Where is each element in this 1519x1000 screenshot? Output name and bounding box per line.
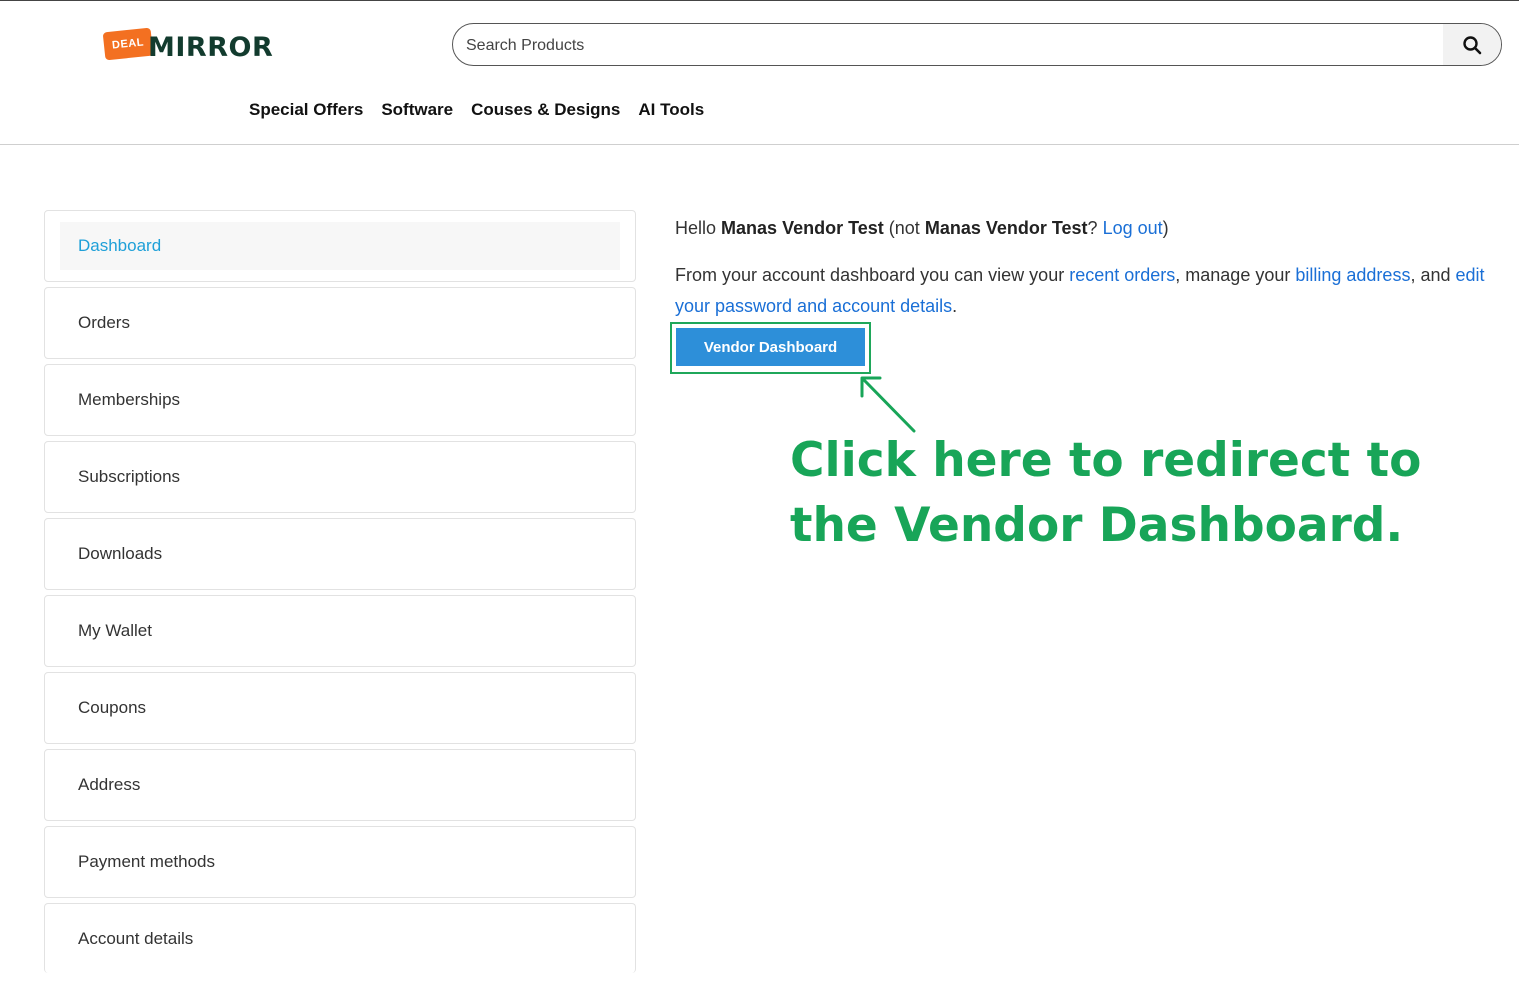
top-border [0, 0, 1519, 1]
account-sidebar: Dashboard Orders Memberships Subscriptio… [44, 210, 636, 978]
sidebar-item-label: Dashboard [78, 236, 162, 255]
sidebar-item-label: Address [78, 775, 141, 794]
username: Manas Vendor Test [721, 218, 884, 238]
search-bar [452, 23, 1502, 66]
hello-text: Hello [675, 218, 717, 238]
logo-tag: DEAL [102, 27, 154, 61]
sidebar-item-account-details[interactable]: Account details [44, 903, 636, 973]
intro-text-4: . [952, 296, 958, 316]
sidebar-item-label: My Wallet [78, 621, 152, 640]
intro-text-3: , and [1410, 265, 1451, 285]
sidebar-item-dashboard[interactable]: Dashboard [44, 210, 636, 282]
not-prefix: (not [888, 218, 920, 238]
sidebar-item-label: Coupons [78, 698, 147, 717]
sidebar-item-orders[interactable]: Orders [44, 287, 636, 359]
main-nav: Special Offers Software Couses & Designs… [249, 100, 704, 120]
intro-text-1: From your account dashboard you can view… [675, 265, 1065, 285]
nav-courses-designs[interactable]: Couses & Designs [471, 100, 620, 120]
sidebar-item-downloads[interactable]: Downloads [44, 518, 636, 590]
search-icon [1463, 35, 1482, 54]
sidebar-item-memberships[interactable]: Memberships [44, 364, 636, 436]
nav-ai-tools[interactable]: AI Tools [638, 100, 704, 120]
username-again: Manas Vendor Test [924, 218, 1088, 238]
sidebar-item-label: Orders [78, 313, 130, 332]
intro-text-2: , manage your [1175, 265, 1291, 285]
nav-software[interactable]: Software [381, 100, 453, 120]
logout-link[interactable]: Log out [1103, 218, 1163, 238]
header-divider [0, 144, 1519, 145]
sidebar-item-label: Downloads [78, 544, 163, 563]
billing-address-link[interactable]: billing address [1295, 265, 1410, 285]
recent-orders-link[interactable]: recent orders [1069, 265, 1175, 285]
sidebar-item-subscriptions[interactable]: Subscriptions [44, 441, 636, 513]
sidebar-item-label: Subscriptions [78, 467, 181, 486]
search-input[interactable] [464, 24, 1438, 65]
sidebar-item-label: Payment methods [78, 852, 216, 871]
greeting-text: Hello Manas Vendor Test (not Manas Vendo… [675, 218, 1169, 239]
sidebar-item-address[interactable]: Address [44, 749, 636, 821]
question-mark: ? [1087, 218, 1098, 238]
annotation-callout: Click here to redirect to the Vendor Das… [790, 428, 1430, 558]
nav-special-offers[interactable]: Special Offers [249, 100, 363, 120]
dashboard-intro: From your account dashboard you can view… [675, 260, 1505, 322]
sidebar-item-payment-methods[interactable]: Payment methods [44, 826, 636, 898]
vendor-dashboard-button[interactable]: Vendor Dashboard [676, 328, 865, 366]
sidebar-item-my-wallet[interactable]: My Wallet [44, 595, 636, 667]
site-logo[interactable]: DEAL MIRROR [102, 27, 274, 64]
logo-word: MIRROR [148, 32, 274, 63]
annotation-line-2: the Vendor Dashboard. [790, 498, 1404, 553]
sidebar-item-label: Account details [78, 929, 194, 948]
search-button[interactable] [1443, 24, 1501, 65]
annotation-line-1: Click here to redirect to [790, 433, 1422, 488]
sidebar-item-label: Memberships [78, 390, 181, 409]
sidebar-item-coupons[interactable]: Coupons [44, 672, 636, 744]
close-paren: ) [1162, 218, 1169, 238]
